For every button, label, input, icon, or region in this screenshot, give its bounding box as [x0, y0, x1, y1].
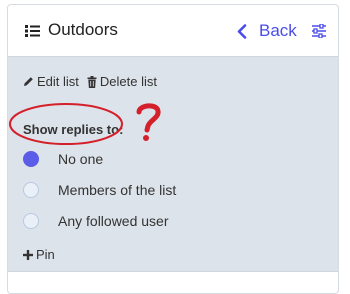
sliders-icon[interactable] [311, 24, 327, 38]
delete-list-link[interactable]: Delete list [87, 74, 157, 89]
radio-unselected[interactable] [23, 182, 39, 198]
delete-list-label: Delete list [99, 74, 157, 89]
radio-option-no-one[interactable]: No one [23, 151, 103, 167]
back-button-label: Back [259, 21, 297, 40]
pencil-icon [24, 77, 33, 86]
chevron-left-icon [237, 23, 247, 39]
trash-icon [87, 75, 97, 88]
edit-list-link[interactable]: Edit list [23, 74, 79, 89]
back-button[interactable]: Back [237, 18, 297, 44]
column-body [8, 271, 338, 293]
radio-option-label: Any followed user [58, 213, 169, 229]
plus-icon [23, 249, 33, 260]
edit-list-label: Edit list [37, 74, 79, 89]
column-header: Outdoors Back [8, 5, 338, 57]
show-replies-label: Show replies to: [23, 122, 124, 137]
page-title: Outdoors [48, 20, 118, 39]
pin-button[interactable]: Pin [23, 247, 55, 262]
radio-selected[interactable] [23, 151, 39, 167]
list-settings-panel: Outdoors Back Edit list Delete list Show… [7, 4, 339, 294]
pin-label: Pin [36, 247, 55, 262]
radio-option-label: Members of the list [58, 182, 177, 198]
radio-option-label: No one [58, 151, 104, 167]
question-mark-annotation [136, 103, 161, 141]
radio-option-members[interactable]: Members of the list [23, 182, 176, 198]
list-icon [25, 25, 40, 37]
radio-unselected[interactable] [23, 213, 39, 229]
list-actions: Edit list Delete list [23, 74, 165, 89]
radio-option-followed[interactable]: Any followed user [23, 213, 169, 229]
